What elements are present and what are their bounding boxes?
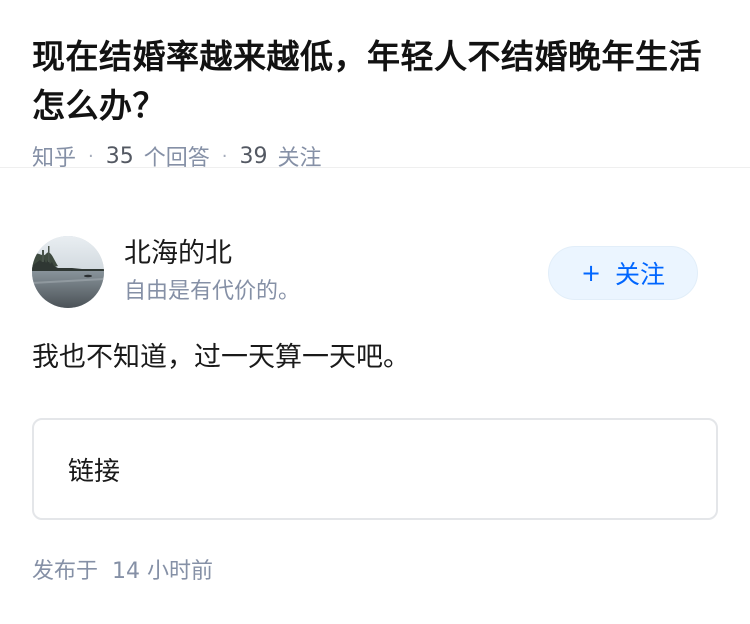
follow-button-label: 关注: [615, 260, 666, 289]
separator-dot: ·: [88, 145, 94, 167]
author-bio: 自由是有代价的。: [124, 279, 301, 304]
publish-info: 发布于 14 小时前: [32, 556, 213, 588]
question-title[interactable]: 现在结婚率越来越低，年轻人不结婚晚年生活怎么办？: [32, 32, 718, 130]
avatar[interactable]: [32, 236, 104, 308]
author-info: 北海的北 自由是有代价的。 + 关注: [32, 236, 718, 308]
answer-count: 35: [105, 143, 134, 169]
answer-content: 我也不知道，过一天算一天吧。: [32, 342, 410, 373]
published-prefix: 发布于: [32, 559, 99, 584]
separator-dot: ·: [221, 145, 228, 167]
answer-count-label: 个回答: [143, 146, 210, 171]
link-card-label: 链接: [68, 456, 121, 487]
link-card[interactable]: 链接: [32, 418, 718, 520]
published-time: 14 小时前: [112, 559, 214, 584]
question-meta: 知乎 · 35 个回答 · 39 关注: [32, 138, 718, 174]
question-header: 现在结婚率越来越低，年轻人不结婚晚年生活怎么办？ 知乎 · 35 个回答 · 3…: [0, 0, 750, 171]
follow-button[interactable]: + 关注: [548, 246, 698, 300]
source-label[interactable]: 知乎: [32, 140, 76, 172]
plus-icon: +: [580, 259, 602, 287]
author-name[interactable]: 北海的北: [124, 236, 232, 272]
lake-landscape-avatar-icon: [32, 236, 104, 308]
follow-count: 39: [239, 143, 268, 169]
follow-count-label: 关注: [277, 146, 322, 171]
